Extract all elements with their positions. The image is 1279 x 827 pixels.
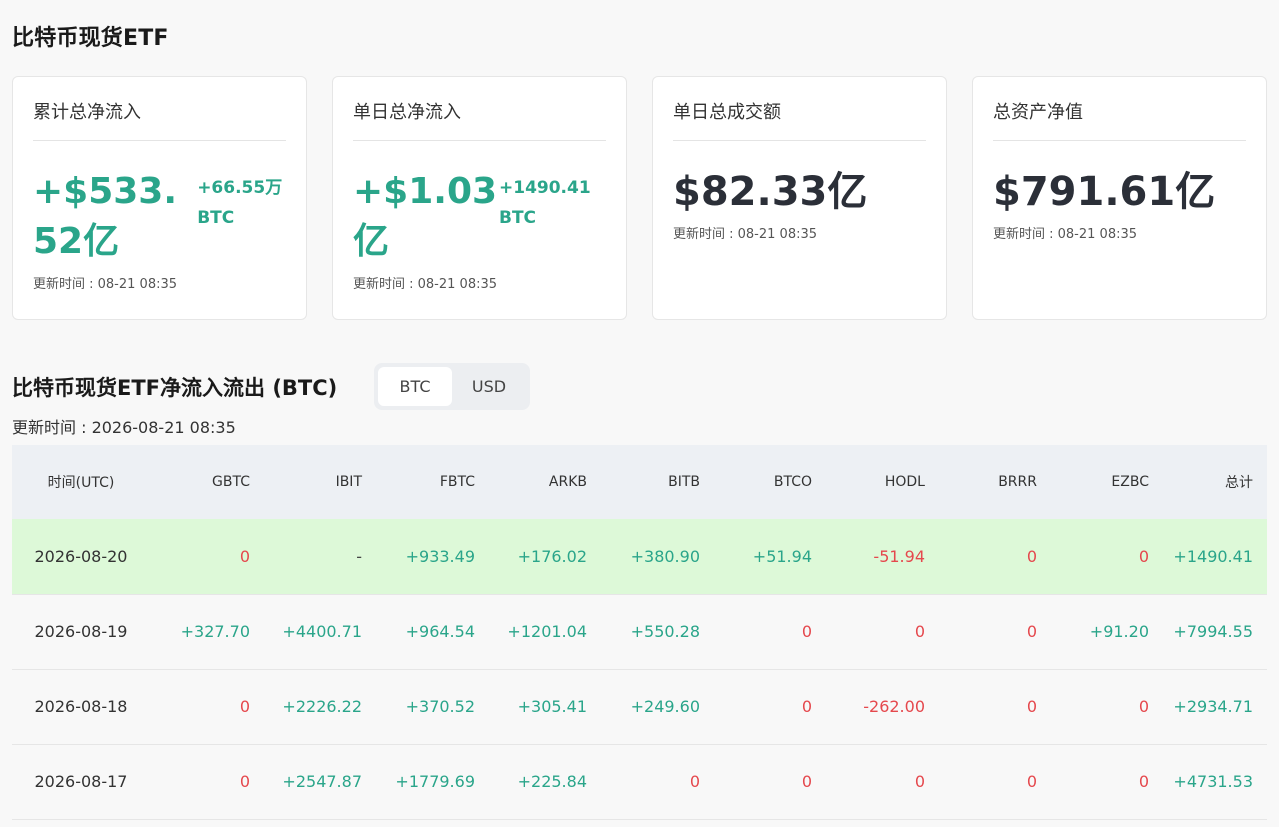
row-value-cell: +2547.87	[282, 772, 362, 791]
row-value-cell: 0	[1138, 697, 1149, 716]
row-value-cell: 0	[1026, 697, 1037, 716]
table-row: 2026-08-19 +327.70 +4400.71 +964.54 +1201.04…	[12, 594, 1267, 669]
row-value-cell: 0	[1026, 772, 1037, 791]
etf-flow-table: 时间(UTC) GBTC IBIT FBTC ARKB BITB BTCO HO…	[12, 445, 1267, 827]
card-daily-volume: 单日总成交额 $82.33亿 更新时间 : 08-21 08:35	[652, 76, 947, 320]
row-value-cell: 0	[1138, 772, 1149, 791]
row-value-cell: 0	[914, 622, 925, 641]
col-header: BTCO	[773, 474, 812, 490]
row-value-cell: +380.90	[630, 546, 700, 566]
col-header: 时间(UTC)	[47, 475, 115, 491]
row-value-cell: +370.52	[405, 697, 475, 716]
row-value-cell: 0	[801, 622, 812, 641]
card-total-nav: 总资产净值 $791.61亿 更新时间 : 08-21 08:35	[972, 76, 1267, 320]
card-daily-inflow: 单日总净流入 +$1.03亿 +1490.41 BTC 更新时间 : 08-21…	[332, 76, 627, 320]
row-value-cell: +327.70	[180, 622, 250, 641]
row-value-cell: +4400.71	[282, 622, 362, 641]
row-value-cell: 0	[689, 772, 700, 791]
row-value-cell: +2226.22	[282, 697, 362, 716]
row-value-cell: 0	[1138, 546, 1149, 566]
row-date: 2026-08-20	[34, 546, 128, 566]
row-value-cell: 0	[1026, 546, 1037, 566]
row-value-cell: +249.60	[630, 697, 700, 716]
card-main-value: $82.33亿	[673, 169, 868, 215]
col-header: GBTC	[212, 474, 250, 490]
table-row: 2026-08-17 0 +2547.87 +1779.69 +225.84 0 0 0 0 0 +…	[12, 744, 1267, 819]
card-update-time: 更新时间 : 08-21 08:35	[33, 277, 178, 292]
row-total-cell: +2934.71	[1149, 669, 1267, 744]
card-label: 单日总成交额	[673, 99, 926, 141]
col-header: ARKB	[548, 474, 587, 490]
toggle-usd-button[interactable]: USD	[452, 367, 526, 406]
row-total-cell: +7994.55	[1149, 594, 1267, 669]
row-value-cell: 0	[239, 546, 250, 566]
section-title: 比特币现货ETF净流入流出 (BTC)	[12, 376, 338, 400]
row-value-cell: 0	[914, 772, 925, 791]
row-value-cell: 0	[239, 697, 250, 716]
row-value-cell: +51.94	[752, 546, 812, 566]
card-main-value: +$1.03亿	[353, 171, 498, 262]
card-update-time: 更新时间 : 08-21 08:35	[673, 227, 818, 242]
card-main-value: +$533.52亿	[33, 171, 178, 262]
row-value-cell: +1779.69	[395, 772, 475, 791]
card-update-time: 更新时间 : 08-21 08:35	[353, 277, 498, 292]
card-label: 累计总净流入	[33, 99, 286, 141]
table-row: 2026-08-20 0 - +933.49 +176.02 +380.90 +51.94 -…	[12, 519, 1267, 594]
table-row: 2026-08-18 0 +2226.22 +370.52 +305.41 +249.60…	[12, 669, 1267, 744]
card-sub-value: +1490.41 BTC	[499, 178, 591, 228]
card-label: 总资产净值	[993, 99, 1246, 141]
row-total-cell: +4731.53	[1149, 744, 1267, 819]
table-header-row: 时间(UTC) GBTC IBIT FBTC ARKB BITB BTCO HO…	[12, 445, 1267, 519]
page: 比特币现货ETF 累计总净流入 +$533.52亿 +66.55万 BTC 更新…	[0, 0, 1279, 827]
col-header: FBTC	[439, 474, 475, 490]
row-date: 2026-08-18	[34, 697, 128, 716]
col-header: BITB	[668, 474, 700, 490]
card-update-time: 更新时间 : 08-21 08:35	[993, 227, 1138, 242]
currency-toggle: BTC USD	[374, 363, 530, 410]
card-cumulative-inflow: 累计总净流入 +$533.52亿 +66.55万 BTC 更新时间 : 08-2…	[12, 76, 307, 320]
row-value-cell: 0	[1026, 622, 1037, 641]
row-value-cell: +1201.04	[507, 622, 587, 641]
row-value-cell: +225.84	[517, 772, 587, 791]
row-value-cell: +91.20	[1089, 622, 1149, 641]
row-value-cell: -262.00	[863, 697, 925, 716]
row-value-cell: +964.54	[405, 622, 475, 641]
row-date: 2026-08-17	[34, 772, 128, 791]
page-title: 比特币现货ETF	[12, 26, 169, 51]
col-header-total: 总计	[1149, 445, 1267, 519]
row-value-cell: 0	[801, 697, 812, 716]
toggle-btc-button[interactable]: BTC	[378, 367, 452, 406]
summary-cards: 累计总净流入 +$533.52亿 +66.55万 BTC 更新时间 : 08-2…	[12, 76, 1267, 320]
section-update-time: 更新时间 : 2026-08-21 08:35	[12, 418, 236, 437]
row-value-cell: +305.41	[517, 697, 587, 716]
card-label: 单日总净流入	[353, 99, 606, 141]
col-header: BRRR	[998, 474, 1037, 490]
row-date: 2026-08-19	[34, 622, 128, 641]
row-value-cell: +176.02	[517, 546, 587, 566]
card-main-value: $791.61亿	[993, 169, 1216, 215]
row-value-cell: +550.28	[630, 622, 700, 641]
col-header: EZBC	[1111, 474, 1149, 490]
row-value-cell: -	[356, 546, 362, 566]
row-value-cell: 0	[239, 772, 250, 791]
row-total-cell: +1490.41	[1149, 519, 1267, 594]
col-header: HODL	[884, 474, 925, 490]
row-value-cell: 0	[801, 772, 812, 791]
row-value-cell: -51.94	[873, 546, 925, 566]
card-sub-value: +66.55万 BTC	[197, 178, 283, 228]
row-value-cell: +933.49	[405, 546, 475, 566]
col-header: IBIT	[335, 474, 362, 490]
